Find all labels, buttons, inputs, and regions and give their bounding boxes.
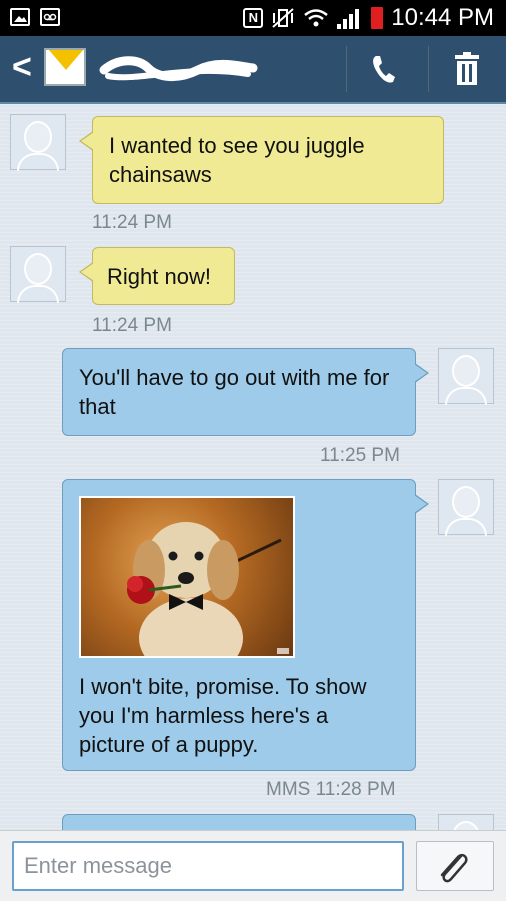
- back-button[interactable]: <: [12, 50, 32, 84]
- my-avatar[interactable]: [438, 814, 494, 830]
- incoming-message[interactable]: I wanted to see you juggle chainsaws: [79, 116, 444, 204]
- message-input[interactable]: [12, 841, 404, 891]
- message-list[interactable]: I wanted to see you juggle chainsaws 11:…: [0, 104, 506, 830]
- battery-low-icon: [371, 7, 384, 29]
- message-text: You'll have to go out with me for that: [79, 365, 390, 419]
- message-text: Right now!: [107, 264, 211, 289]
- composer-bar: [0, 830, 506, 901]
- message-time: 11:24 PM: [92, 315, 172, 336]
- contact-avatar[interactable]: [10, 246, 66, 303]
- mms-image-puppy[interactable]: [79, 496, 295, 658]
- conversation-header: <: [0, 36, 506, 104]
- my-avatar[interactable]: [438, 479, 494, 536]
- outgoing-message[interactable]: [62, 814, 429, 830]
- status-bar: N 10:44 PM: [0, 0, 506, 36]
- voicemail-icon: [40, 8, 60, 26]
- outgoing-mms-message[interactable]: I won't bite, promise. To show you I'm h…: [62, 479, 429, 771]
- wifi-icon: [304, 9, 329, 27]
- incoming-message[interactable]: Right now!: [79, 247, 235, 305]
- clock: 10:44 PM: [391, 4, 494, 31]
- message-text: I won't bite, promise. To show you I'm h…: [79, 674, 367, 757]
- trash-icon: [455, 52, 479, 85]
- message-time: 11:24 PM: [92, 212, 172, 233]
- vibrate-icon: [272, 8, 294, 28]
- puppy-with-rose-image: [127, 522, 289, 656]
- paperclip-icon: [440, 853, 468, 883]
- envelope-icon[interactable]: [44, 48, 86, 86]
- nfc-icon: N: [243, 8, 264, 28]
- delete-button[interactable]: [444, 50, 490, 90]
- my-avatar[interactable]: [438, 348, 494, 405]
- message-time: MMS 11:28 PM: [266, 779, 396, 800]
- redacted-contact-name: [99, 56, 258, 81]
- phone-icon: [373, 56, 395, 83]
- outgoing-message[interactable]: You'll have to go out with me for that: [62, 348, 429, 436]
- signal-icon: [337, 7, 363, 29]
- image-icon: [10, 8, 30, 26]
- attach-button[interactable]: [416, 841, 494, 891]
- message-text: I wanted to see you juggle chainsaws: [109, 133, 365, 187]
- contact-avatar[interactable]: [10, 114, 66, 171]
- message-time: 11:25 PM: [320, 445, 400, 466]
- call-button[interactable]: [360, 48, 410, 90]
